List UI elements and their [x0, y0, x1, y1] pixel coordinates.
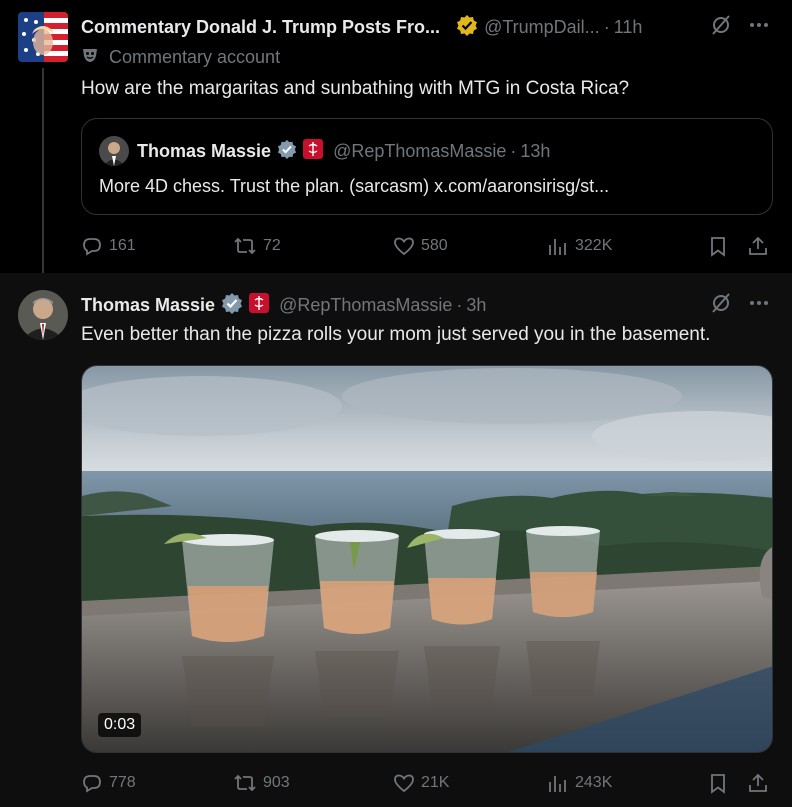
tweet1-text: How are the margaritas and sunbathing wi…: [81, 78, 630, 99]
repost-button[interactable]: 72: [233, 235, 393, 257]
author-handle[interactable]: @RepThomasMassie: [279, 295, 452, 316]
verified-gray-icon: [277, 139, 297, 164]
house-seal-icon: [249, 293, 270, 318]
reply-button[interactable]: 778: [81, 772, 233, 794]
grok-icon[interactable]: [710, 14, 732, 41]
reply-icon: [83, 775, 101, 793]
tweet2-top-actions: [710, 292, 770, 319]
video-thumbnail: [82, 366, 772, 752]
glass-4: [526, 526, 600, 617]
tweet-time[interactable]: 3h: [466, 295, 486, 316]
author-name[interactable]: Commentary Donald J. Trump Posts Fro...: [81, 17, 440, 38]
tweet-massie[interactable]: Thomas Massie @RepThomasMassie · 3h Even…: [0, 273, 792, 807]
repost-icon: [234, 774, 256, 792]
grok-icon[interactable]: [710, 292, 732, 319]
views-button[interactable]: 322K: [547, 235, 707, 257]
quote-avatar[interactable]: [99, 136, 129, 166]
repost-count: 903: [263, 774, 290, 791]
share-icon: [749, 236, 767, 255]
share-icon: [749, 773, 767, 792]
tweet1-actions: 161 72 580 322K: [81, 235, 773, 257]
video-player[interactable]: 0:03: [81, 365, 773, 753]
bookmark-icon: [711, 237, 725, 257]
like-button[interactable]: 21K: [393, 772, 547, 794]
bookmark-button[interactable]: [707, 772, 747, 794]
reply-count: 161: [109, 237, 136, 254]
tweet2-actions: 778 903 21K 243K: [81, 772, 773, 794]
repost-count: 72: [263, 237, 281, 254]
quoted-tweet[interactable]: Thomas Massie @RepThomasMassie · 13h Mor…: [81, 118, 773, 215]
bookmark-icon: [711, 774, 725, 794]
tweet1-header: Commentary Donald J. Trump Posts Fro... …: [81, 14, 642, 41]
commentary-label: Commentary account: [109, 47, 281, 67]
like-button[interactable]: 580: [393, 235, 547, 257]
author-handle[interactable]: @TrumpDail...: [484, 17, 600, 38]
more-icon[interactable]: [748, 14, 770, 41]
more-icon[interactable]: [748, 292, 770, 319]
bookmark-button[interactable]: [707, 235, 747, 257]
repost-icon: [234, 237, 256, 255]
tweet2-text: Even better than the pizza rolls your mo…: [81, 324, 711, 345]
reply-button[interactable]: 161: [81, 235, 233, 257]
like-icon: [394, 237, 414, 256]
parody-mask-icon: [81, 46, 99, 69]
views-count: 243K: [575, 774, 613, 791]
share-button[interactable]: [747, 772, 769, 794]
views-icon: [549, 239, 566, 255]
video-duration: 0:03: [98, 713, 142, 737]
author-name[interactable]: Thomas Massie: [81, 295, 215, 316]
quote-author-name[interactable]: Thomas Massie: [137, 141, 271, 162]
tweet1-top-actions: [710, 14, 770, 41]
glass-2: [315, 530, 399, 634]
thread-connector: [42, 68, 44, 284]
tweet2-header: Thomas Massie @RepThomasMassie · 3h: [81, 292, 486, 319]
views-button[interactable]: 243K: [547, 772, 707, 794]
quote-header: Thomas Massie @RepThomasMassie · 13h: [137, 139, 550, 164]
verified-gold-icon: [456, 14, 478, 41]
massie-avatar[interactable]: [18, 290, 68, 340]
share-button[interactable]: [747, 235, 769, 257]
like-icon: [394, 774, 414, 793]
house-seal-icon: [303, 139, 324, 164]
quote-time[interactable]: 13h: [520, 141, 550, 162]
views-count: 322K: [575, 237, 613, 254]
quote-author-handle[interactable]: @RepThomasMassie: [333, 141, 506, 162]
quote-text: More 4D chess. Trust the plan. (sarcasm)…: [99, 176, 610, 196]
like-count: 21K: [421, 774, 450, 791]
views-icon: [549, 776, 566, 792]
reply-icon: [83, 238, 101, 256]
tweet-commentary[interactable]: Commentary Donald J. Trump Posts Fro... …: [0, 0, 792, 284]
tweet-time[interactable]: 11h: [614, 17, 643, 38]
verified-gray-icon: [221, 292, 243, 319]
commentary-label-row: Commentary account: [81, 46, 280, 69]
like-count: 580: [421, 237, 448, 254]
repost-button[interactable]: 903: [233, 772, 393, 794]
reply-count: 778: [109, 774, 136, 791]
commentary-avatar[interactable]: [18, 12, 68, 62]
